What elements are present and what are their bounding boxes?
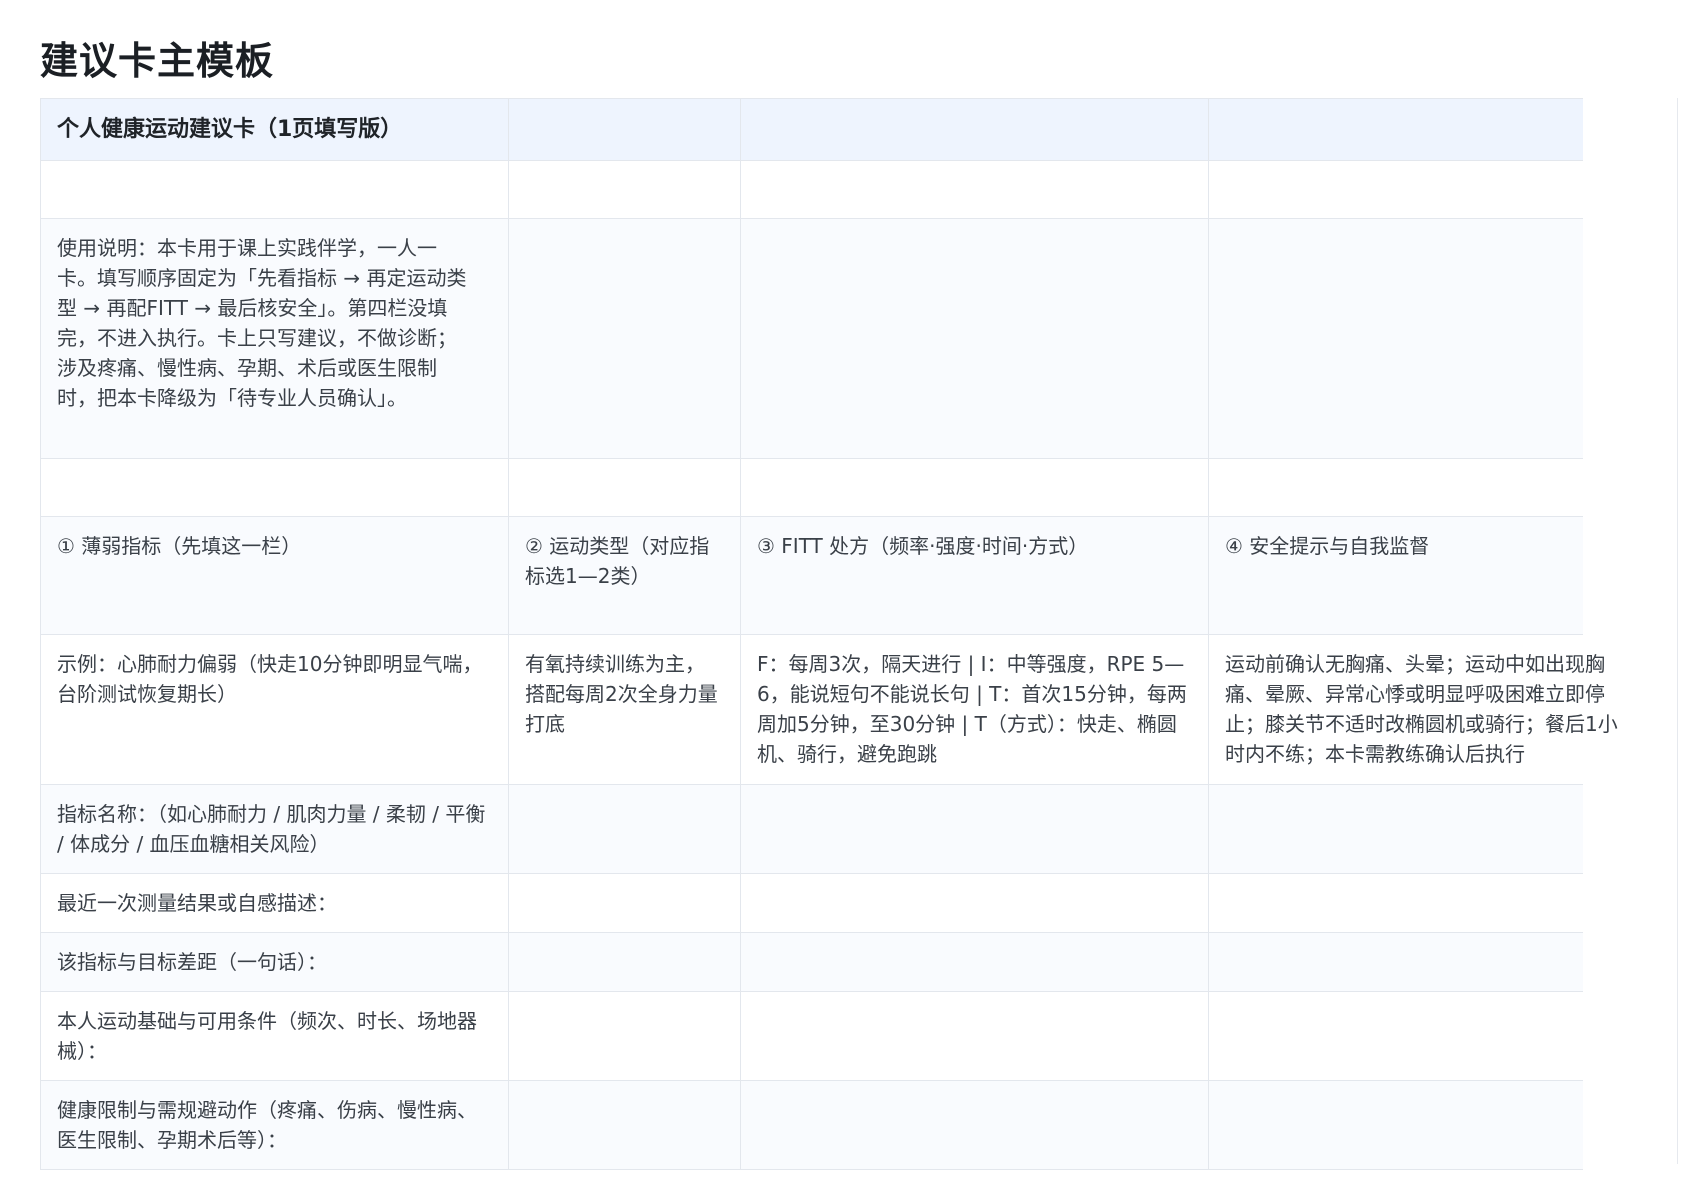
field-input-cell[interactable] — [508, 1080, 741, 1170]
table-cell[interactable] — [508, 218, 741, 459]
instructions-cell[interactable]: 使用说明：本卡用于课上实践伴学，一人一卡。填写顺序固定为「先看指标 → 再定运动… — [40, 218, 509, 459]
example-indicator-cell[interactable]: 示例：心肺耐力偏弱（快走10分钟即明显气喘，台阶测试恢复期长） — [40, 634, 509, 785]
field-input-cell[interactable] — [1208, 991, 1583, 1081]
field-input-cell[interactable] — [508, 784, 741, 874]
table-cell[interactable] — [1208, 218, 1583, 459]
instructions-row: 使用说明：本卡用于课上实践伴学，一人一卡。填写顺序固定为「先看指标 → 再定运动… — [40, 218, 1583, 459]
example-safety-cell[interactable]: 运动前确认无胸痛、头晕；运动中如出现胸痛、晕厥、异常心悸或明显呼吸困难立即停止；… — [1208, 634, 1618, 785]
table-cell[interactable] — [40, 458, 509, 517]
field-input-cell[interactable] — [740, 932, 1209, 992]
field-label: 最近一次测量结果或自感描述： — [57, 891, 337, 915]
advice-card-table: 个人健康运动建议卡（1页填写版） 使用说明：本卡用于课上实践伴学，一人一卡。填写… — [40, 98, 1618, 1170]
field-input-cell[interactable] — [1208, 784, 1583, 874]
column-header-label: ① 薄弱指标（先填这一栏） — [57, 534, 302, 558]
example-row: 示例：心肺耐力偏弱（快走10分钟即明显气喘，台阶测试恢复期长） 有氧持续训练为主… — [40, 634, 1618, 785]
column-header-label: ② 运动类型（对应指标选1—2类） — [525, 534, 710, 588]
field-input-cell[interactable] — [740, 784, 1209, 874]
page-divider — [1677, 98, 1678, 1164]
table-cell[interactable] — [40, 160, 509, 219]
column-header-label: ③ FITT 处方（频率·强度·时间·方式） — [757, 534, 1089, 558]
field-label-cell[interactable]: 本人运动基础与可用条件（频次、时长、场地器械）： — [40, 991, 509, 1081]
table-cell[interactable]: 个人健康运动建议卡（1页填写版） — [40, 98, 509, 161]
column-header-exercise-type[interactable]: ② 运动类型（对应指标选1—2类） — [508, 516, 741, 635]
instructions-text: 使用说明：本卡用于课上实践伴学，一人一卡。填写顺序固定为「先看指标 → 再定运动… — [57, 236, 467, 410]
table-cell[interactable] — [740, 98, 1209, 161]
field-input-cell[interactable] — [740, 1080, 1209, 1170]
table-cell[interactable] — [508, 160, 741, 219]
column-header-indicator[interactable]: ① 薄弱指标（先填这一栏） — [40, 516, 509, 635]
table-cell[interactable] — [740, 160, 1209, 219]
field-label-cell[interactable]: 该指标与目标差距（一句话）： — [40, 932, 509, 992]
field-label: 健康限制与需规避动作（疼痛、伤病、慢性病、医生限制、孕期术后等）： — [57, 1098, 477, 1152]
example-type-text: 有氧持续训练为主，搭配每周2次全身力量打底 — [525, 652, 718, 736]
field-input-cell[interactable] — [508, 873, 741, 933]
field-input-cell[interactable] — [1208, 932, 1583, 992]
example-indicator-text: 示例：心肺耐力偏弱（快走10分钟即明显气喘，台阶测试恢复期长） — [57, 652, 483, 706]
field-input-cell[interactable] — [1208, 873, 1583, 933]
example-fitt-cell[interactable]: F：每周3次，隔天进行 | I：中等强度，RPE 5—6，能说短句不能说长句 |… — [740, 634, 1209, 785]
field-input-cell[interactable] — [740, 991, 1209, 1081]
column-header-safety[interactable]: ④ 安全提示与自我监督 — [1208, 516, 1583, 635]
column-header-fitt[interactable]: ③ FITT 处方（频率·强度·时间·方式） — [740, 516, 1209, 635]
table-cell[interactable] — [1208, 160, 1583, 219]
field-row-health-limits: 健康限制与需规避动作（疼痛、伤病、慢性病、医生限制、孕期术后等）： — [40, 1080, 1583, 1170]
example-type-cell[interactable]: 有氧持续训练为主，搭配每周2次全身力量打底 — [508, 634, 741, 785]
page-title: 建议卡主模板 — [40, 39, 275, 83]
table-cell[interactable] — [1208, 98, 1583, 161]
table-cell[interactable] — [740, 458, 1209, 517]
table-row — [40, 458, 1583, 517]
field-row-target-gap: 该指标与目标差距（一句话）： — [40, 932, 1583, 992]
field-label: 指标名称：（如心肺耐力 / 肌肉力量 / 柔韧 / 平衡 / 体成分 / 血压血… — [57, 802, 486, 856]
field-input-cell[interactable] — [508, 932, 741, 992]
field-row-indicator-name: 指标名称：（如心肺耐力 / 肌肉力量 / 柔韧 / 平衡 / 体成分 / 血压血… — [40, 784, 1583, 874]
field-input-cell[interactable] — [1208, 1080, 1583, 1170]
column-header-label: ④ 安全提示与自我监督 — [1225, 534, 1430, 558]
field-row-exercise-base: 本人运动基础与可用条件（频次、时长、场地器械）： — [40, 991, 1583, 1081]
example-fitt-text: F：每周3次，隔天进行 | I：中等强度，RPE 5—6，能说短句不能说长句 |… — [757, 652, 1187, 766]
table-cell[interactable] — [1208, 458, 1583, 517]
field-label-cell[interactable]: 最近一次测量结果或自感描述： — [40, 873, 509, 933]
table-row — [40, 160, 1583, 219]
table-cell[interactable] — [508, 98, 741, 161]
field-row-latest-result: 最近一次测量结果或自感描述： — [40, 873, 1583, 933]
field-label-cell[interactable]: 指标名称：（如心肺耐力 / 肌肉力量 / 柔韧 / 平衡 / 体成分 / 血压血… — [40, 784, 509, 874]
field-input-cell[interactable] — [740, 873, 1209, 933]
column-header-row: ① 薄弱指标（先填这一栏） ② 运动类型（对应指标选1—2类） ③ FITT 处… — [40, 516, 1583, 635]
field-label-cell[interactable]: 健康限制与需规避动作（疼痛、伤病、慢性病、医生限制、孕期术后等）： — [40, 1080, 509, 1170]
card-header-title: 个人健康运动建议卡（1页填写版） — [57, 117, 403, 142]
field-input-cell[interactable] — [508, 991, 741, 1081]
field-label: 本人运动基础与可用条件（频次、时长、场地器械）： — [57, 1009, 477, 1063]
field-label: 该指标与目标差距（一句话）： — [57, 950, 327, 974]
card-header-row: 个人健康运动建议卡（1页填写版） — [40, 98, 1583, 161]
table-cell[interactable] — [508, 458, 741, 517]
table-cell[interactable] — [740, 218, 1209, 459]
example-safety-text: 运动前确认无胸痛、头晕；运动中如出现胸痛、晕厥、异常心悸或明显呼吸困难立即停止；… — [1225, 652, 1618, 766]
